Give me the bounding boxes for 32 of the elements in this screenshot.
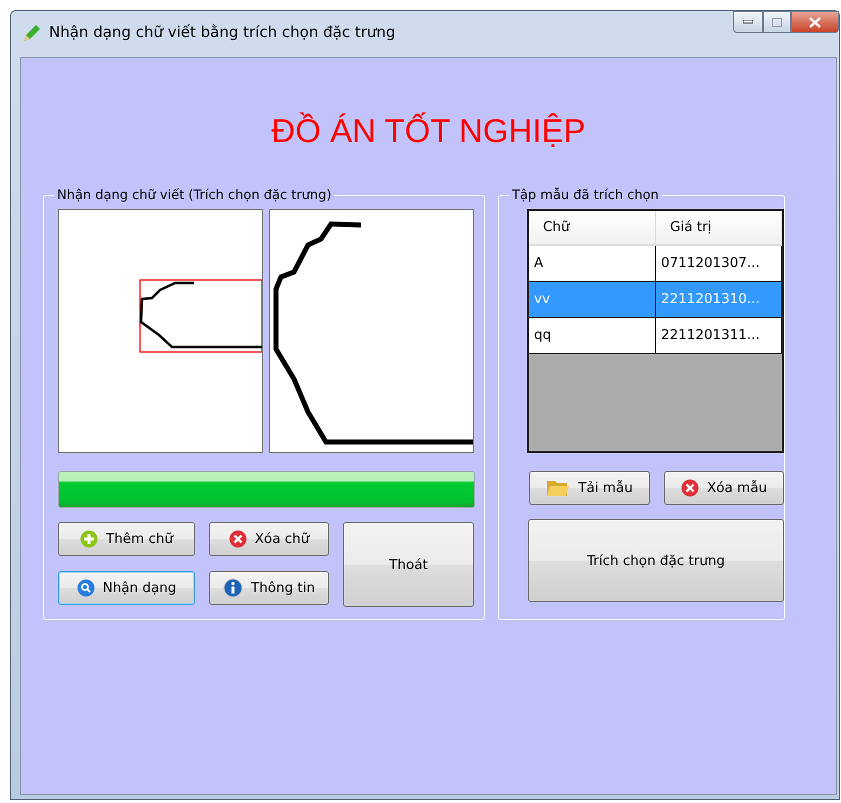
action-button[interactable]: Tải mẫu xyxy=(529,471,650,505)
action-button[interactable]: Thông tin xyxy=(209,570,329,604)
action-button[interactable]: Xóa chữ xyxy=(209,522,329,556)
maximize-icon xyxy=(772,18,782,26)
minimize-button[interactable] xyxy=(733,11,763,33)
action-button[interactable]: Nhận dạng xyxy=(58,570,195,604)
table-cell[interactable]: 0711201307... xyxy=(656,246,782,282)
exit-button[interactable]: Thoát xyxy=(343,522,474,607)
column-header[interactable]: Giá trị xyxy=(656,211,782,244)
extract-button[interactable]: Trích chọn đặc trưng xyxy=(528,519,784,602)
table-cell[interactable]: A xyxy=(529,246,656,282)
heading: ĐỒ ÁN TỐT NGHIỆP xyxy=(271,112,586,150)
close-icon xyxy=(228,530,247,548)
pencil-icon xyxy=(21,24,41,44)
search-icon xyxy=(76,578,95,596)
folder-icon xyxy=(546,479,570,497)
window-title: Nhận dạng chữ viết bằng trích chọn đặc trưng xyxy=(49,23,396,41)
maximize-button[interactable] xyxy=(763,11,791,33)
close-icon xyxy=(680,479,699,497)
plus-icon xyxy=(80,530,98,548)
group-title: Tập mẫu đã trích chọn xyxy=(511,188,660,203)
table-cell[interactable]: 2211201311... xyxy=(656,318,782,354)
action-button[interactable]: Thêm chữ xyxy=(58,522,195,556)
close-icon xyxy=(808,16,822,28)
info-icon xyxy=(222,578,243,598)
minimize-icon xyxy=(743,20,753,24)
group-title: Nhận dạng chữ viết (Trích chọn đặc trưng) xyxy=(56,188,332,203)
drawing-canvas[interactable] xyxy=(58,209,263,453)
column-header[interactable]: Chữ xyxy=(529,211,656,244)
table-cell[interactable]: qq xyxy=(529,318,656,354)
close-button[interactable] xyxy=(791,11,839,33)
action-button[interactable]: Xóa mẫu xyxy=(664,471,784,505)
